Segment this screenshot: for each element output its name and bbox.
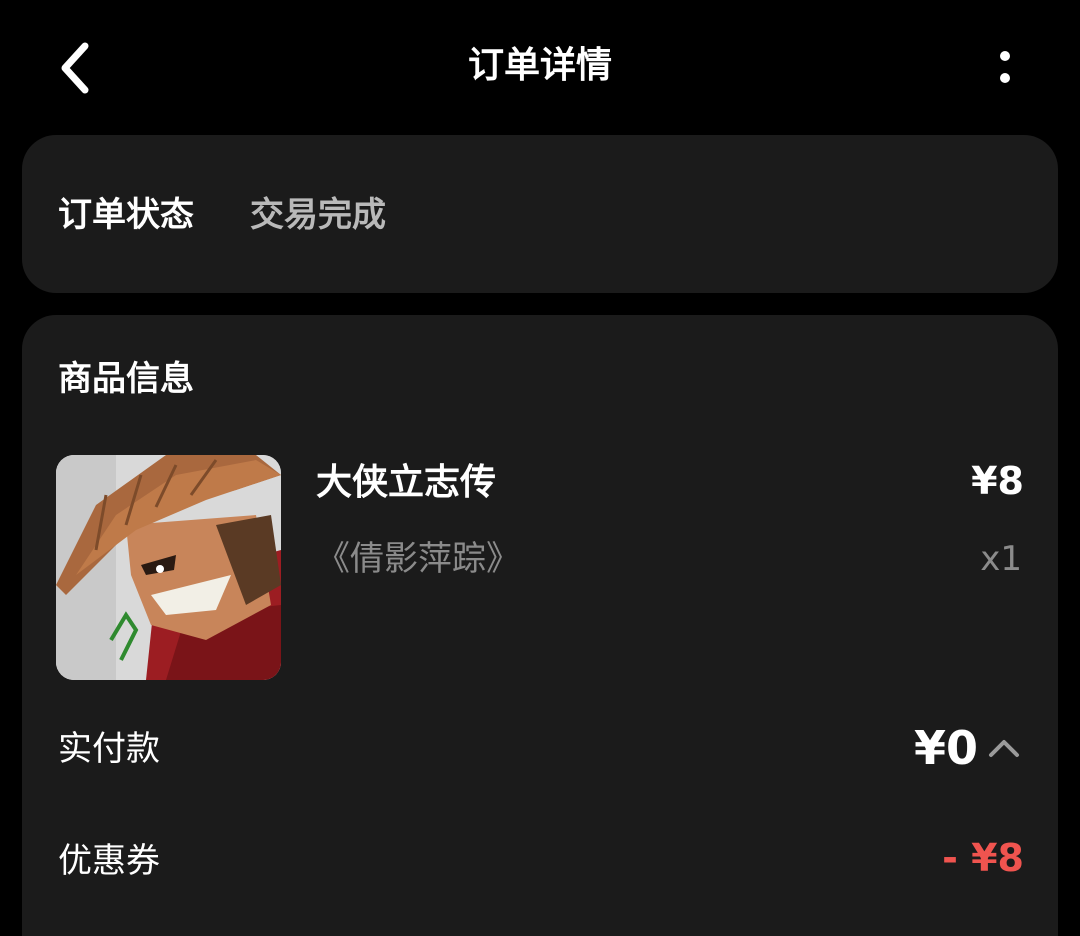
paid-amount-value: ¥0: [913, 721, 978, 775]
product-thumbnail[interactable]: [56, 455, 281, 680]
product-variant: 《倩影萍踪》: [316, 539, 520, 579]
game-cover-swordsman-icon: [56, 455, 281, 680]
product-name[interactable]: 大侠立志传: [316, 458, 496, 508]
coupon-label: 优惠券: [58, 841, 160, 881]
order-detail-page: 订单详情 订单状态 交易完成 商品信息 大侠立志传 《倩影萍踪》 ¥8 x1 实…: [0, 0, 1080, 936]
product-quantity: x1: [980, 539, 1022, 579]
more-vertical-icon: [1000, 51, 1010, 83]
product-info-card: 商品信息 大侠立志传 《倩影萍踪》 ¥8 x1 实付款 ¥0 优惠券 - ¥8: [22, 315, 1058, 936]
order-status-label: 订单状态: [58, 195, 194, 235]
more-options-button[interactable]: [980, 44, 1030, 90]
product-price: ¥8: [971, 459, 1024, 503]
product-info-title: 商品信息: [58, 359, 194, 399]
order-status-card: 订单状态 交易完成: [22, 135, 1058, 293]
paid-amount-label: 实付款: [58, 729, 160, 769]
top-bar: 订单详情: [0, 0, 1080, 135]
chevron-up-icon: [989, 740, 1019, 757]
page-title: 订单详情: [467, 45, 612, 86]
coupon-discount-value: - ¥8: [942, 836, 1024, 880]
order-status-value: 交易完成: [250, 195, 386, 235]
expand-payment-toggle[interactable]: [984, 728, 1024, 768]
